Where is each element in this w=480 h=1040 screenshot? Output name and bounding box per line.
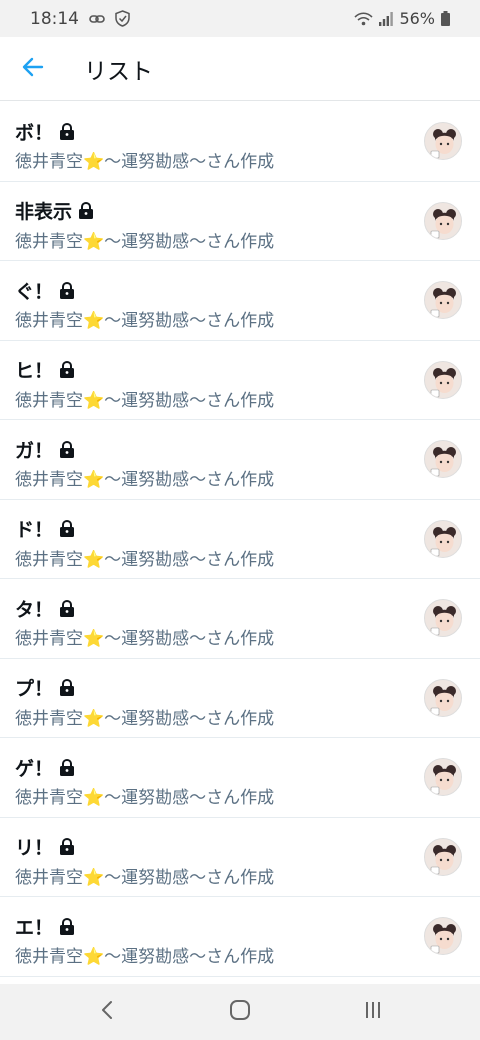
- list-item[interactable]: ボ！ 徳井青空⭐〜運努勘感〜さん作成: [0, 102, 480, 182]
- list-item-text: ぐ！ 徳井青空⭐〜運努勘感〜さん作成: [15, 277, 275, 332]
- list-item-text: プ！ 徳井青空⭐〜運努勘感〜さん作成: [15, 675, 274, 729]
- status-right: 56%: [354, 9, 450, 28]
- list-item-owner: 徳井青空⭐〜運努勘感〜さん作成: [15, 708, 275, 729]
- list-item-title: エ！: [15, 916, 54, 939]
- battery-icon: [441, 11, 450, 26]
- list-item-text: リ！ 徳井青空⭐〜運努勘感〜さん作成: [15, 834, 274, 888]
- list-item[interactable]: ヒ！ 徳井青空⭐〜運努勘感〜さん作成: [0, 341, 480, 420]
- list-item-title-row: ド！: [15, 516, 274, 542]
- avatar: [424, 122, 462, 160]
- list-item-text: エ！ 徳井青空⭐〜運努勘感〜さん作成: [15, 913, 275, 968]
- wifi-icon: [354, 11, 374, 26]
- list-item-text: 非表示徳井青空⭐〜運努勘感〜さん作成: [15, 198, 274, 252]
- status-bar: 18:14 56%: [0, 0, 480, 37]
- list-item-title: ド！: [15, 519, 54, 541]
- list-item-title-row: ボ！: [15, 118, 274, 144]
- signal-icon: [379, 11, 394, 26]
- avatar: [424, 758, 462, 796]
- list-item[interactable]: 非表示徳井青空⭐〜運努勘感〜さん作成: [0, 182, 480, 261]
- lock-icon: [59, 679, 75, 696]
- list-item-title: リ！: [15, 837, 54, 859]
- list-item-title: タ！: [15, 598, 54, 621]
- page-title: リスト: [84, 58, 153, 85]
- recents-icon: [363, 1000, 383, 1024]
- list-item-title-row: ゲ！: [15, 754, 274, 780]
- battery-percent: 56%: [399, 9, 435, 28]
- list-item-owner: 徳井青空⭐〜運努勘感〜さん作成: [15, 390, 275, 411]
- list-item[interactable]: リ！ 徳井青空⭐〜運努勘感〜さん作成: [0, 818, 480, 897]
- avatar: [424, 678, 462, 717]
- list-item-owner: 徳井青空⭐〜運努勘感〜さん作成: [15, 947, 275, 967]
- list-item-title: ゲ！: [15, 757, 54, 780]
- list-item-title-row: エ！: [15, 913, 274, 939]
- avatar: [424, 519, 462, 558]
- lock-icon: [59, 440, 75, 458]
- list-item-text: ボ！ 徳井青空⭐〜運努勘感〜さん作成: [15, 118, 275, 173]
- list-item[interactable]: ゲ！ 徳井青空⭐〜運努勘感〜さん作成: [0, 738, 480, 818]
- lists-container: ボ！ 徳井青空⭐〜運努勘感〜さん作成 非表示 徳井青空⭐〜運努勘感〜さん作成 ぐ！ 徳井青…: [0, 102, 480, 977]
- list-item[interactable]: タ！ 徳井青空⭐〜運努勘感〜さん作成: [0, 579, 480, 659]
- list-item-title: ガ！: [15, 439, 54, 462]
- list-item-text: ド！ 徳井青空⭐〜運努勘感〜さん作成: [15, 516, 274, 570]
- app-bar: リスト: [0, 37, 480, 101]
- list-item-title-row: タ！: [15, 595, 274, 621]
- list-item[interactable]: ガ！ 徳井青空⭐〜運努勘感〜さん作成: [0, 420, 480, 500]
- list-item-title-row: ガ！: [15, 436, 274, 462]
- lock-icon: [59, 361, 75, 378]
- clock: 18:14: [30, 8, 79, 29]
- lock-icon: [59, 520, 75, 537]
- nav-back-icon: [100, 1000, 114, 1024]
- home-icon: [229, 999, 251, 1025]
- shield-icon: [115, 10, 130, 27]
- nav-home-button[interactable]: [210, 990, 270, 1034]
- list-item[interactable]: ド！ 徳井青空⭐〜運努勘感〜さん作成: [0, 500, 480, 579]
- list-item-title-row: ぐ！: [15, 277, 274, 303]
- list-item[interactable]: エ！ 徳井青空⭐〜運努勘感〜さん作成: [0, 897, 480, 977]
- list-item-owner: 徳井青空⭐〜運努勘感〜さん作成: [15, 231, 275, 252]
- list-item-title-row: ヒ！: [15, 357, 274, 383]
- list-item-title: プ！: [15, 678, 54, 700]
- list-item-title: ボ！: [15, 121, 54, 144]
- lock-icon: [59, 917, 75, 935]
- avatar: [424, 281, 462, 319]
- link-icon: [89, 14, 105, 24]
- lock-icon: [59, 281, 75, 299]
- avatar: [424, 360, 462, 399]
- avatar: [424, 440, 462, 478]
- list-item-text: ヒ！ 徳井青空⭐〜運努勘感〜さん作成: [15, 357, 274, 411]
- avatar: [424, 201, 462, 240]
- back-arrow-icon: [22, 57, 44, 81]
- list-item-title-row: リ！: [15, 834, 274, 860]
- lock-icon: [59, 838, 75, 855]
- avatar: [424, 837, 462, 876]
- list-item-title: ぐ！: [15, 280, 54, 303]
- list-item-title-row: プ！: [15, 675, 274, 701]
- list-item-owner: 徳井青空⭐〜運努勘感〜さん作成: [15, 629, 275, 649]
- list-item-text: ガ！ 徳井青空⭐〜運努勘感〜さん作成: [15, 436, 275, 491]
- list-item-text: ゲ！ 徳井青空⭐〜運努勘感〜さん作成: [15, 754, 275, 809]
- list-item-owner: 徳井青空⭐〜運努勘感〜さん作成: [15, 152, 275, 172]
- list-item-title: 非表示: [15, 201, 73, 223]
- nav-back-button[interactable]: [77, 990, 137, 1034]
- lock-icon: [59, 122, 75, 140]
- list-item-owner: 徳井青空⭐〜運努勘感〜さん作成: [15, 470, 275, 490]
- list-item[interactable]: プ！ 徳井青空⭐〜運努勘感〜さん作成: [0, 659, 480, 738]
- system-nav-bar: [0, 984, 480, 1040]
- list-item-owner: 徳井青空⭐〜運努勘感〜さん作成: [15, 788, 275, 808]
- lock-icon: [59, 758, 75, 776]
- avatar: [424, 599, 462, 637]
- list-item-title: ヒ！: [15, 360, 54, 382]
- list-item-title-row: 非表示: [15, 198, 274, 224]
- status-left: 18:14: [30, 9, 130, 29]
- back-button[interactable]: [0, 37, 66, 101]
- lock-icon: [78, 202, 94, 219]
- list-item-text: タ！ 徳井青空⭐〜運努勘感〜さん作成: [15, 595, 275, 650]
- list-item-owner: 徳井青空⭐〜運努勘感〜さん作成: [15, 311, 275, 331]
- list-item[interactable]: ぐ！ 徳井青空⭐〜運努勘感〜さん作成: [0, 261, 480, 341]
- list-item-owner: 徳井青空⭐〜運努勘感〜さん作成: [15, 867, 275, 888]
- lock-icon: [59, 599, 75, 617]
- nav-recents-button[interactable]: [343, 990, 403, 1034]
- list-item-owner: 徳井青空⭐〜運努勘感〜さん作成: [15, 549, 275, 570]
- avatar: [424, 917, 462, 955]
